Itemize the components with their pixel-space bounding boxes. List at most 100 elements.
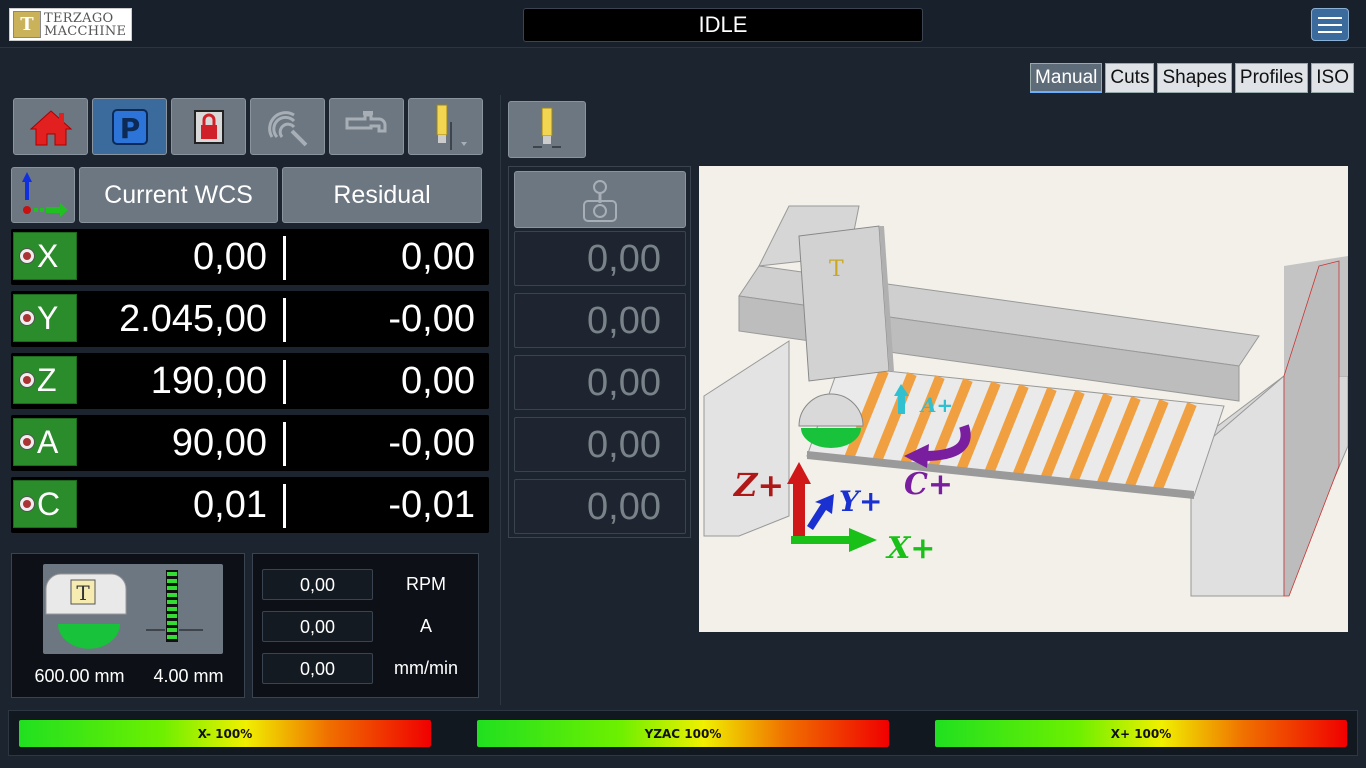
toolbar: P	[13, 98, 483, 155]
axis-y-button[interactable]: Y	[13, 294, 77, 342]
spindle-row-rpm: 0,00 RPM	[262, 569, 472, 600]
axis-z-label: Z	[37, 361, 57, 398]
axis-a-label: A	[37, 423, 59, 460]
tool-info-panel: T 600.00 mm 4.00 mm	[11, 553, 245, 698]
axis-a-residual: -0,00	[388, 422, 475, 464]
jog-value-2: 0,00	[514, 293, 686, 348]
jog-value-5: 0,00	[514, 479, 686, 534]
axes-table-header: Current WCS Residual	[11, 167, 482, 223]
current-wcs-header[interactable]: Current WCS	[79, 167, 278, 223]
divider	[283, 360, 286, 404]
axis-x-wcs: 0,00	[193, 236, 267, 278]
radar-icon	[267, 110, 307, 146]
axis-row-y: Y 2.045,00 -0,00	[11, 291, 489, 347]
z-plus-label: Z+	[732, 466, 784, 504]
menu-line-icon	[1318, 30, 1342, 33]
head-brand-letter: T	[829, 257, 844, 282]
menu-line-icon	[1318, 23, 1342, 26]
logo-text: TERZAGO MACCHINE	[44, 12, 126, 38]
parking-button[interactable]: P	[92, 98, 167, 155]
axis-y-label: Y	[37, 299, 59, 336]
spindle-current-value: 0,00	[262, 611, 373, 642]
lock-button[interactable]	[171, 98, 246, 155]
y-plus-label: Y+	[839, 485, 882, 518]
lock-icon	[193, 109, 224, 144]
axis-c-label: C	[37, 485, 61, 522]
divider	[283, 236, 286, 280]
logo-text-line1: TERZAGO	[44, 10, 114, 26]
axis-row-z: Z 190,00 0,00	[11, 353, 489, 409]
target-icon	[19, 496, 35, 512]
parking-icon: P	[111, 108, 148, 145]
saw-blade-icon: T	[45, 570, 203, 649]
target-icon	[19, 310, 35, 326]
machine-status: IDLE	[523, 8, 923, 42]
tool-select-dropdown[interactable]	[408, 98, 483, 155]
a-plus-label: A+	[919, 393, 953, 417]
radar-button[interactable]	[250, 98, 325, 155]
terzago-logo: T TERZAGO MACCHINE	[9, 8, 132, 41]
tool-image[interactable]: T	[43, 564, 223, 654]
mode-tabs: Manual Cuts Shapes Profiles ISO	[1030, 63, 1354, 93]
axis-z-residual: 0,00	[401, 360, 475, 402]
tab-shapes[interactable]: Shapes	[1157, 63, 1232, 93]
tab-cuts[interactable]: Cuts	[1105, 63, 1155, 93]
spindle-rpm-unit: RPM	[406, 574, 446, 594]
load-bar-x-minus: X- 100%	[19, 720, 431, 747]
jog-column: 0,00 0,00 0,00 0,00 0,00	[508, 166, 691, 538]
jog-value-3: 0,00	[514, 355, 686, 410]
c-plus-label: C+	[904, 467, 953, 502]
spindle-panel: 0,00 RPM 0,00 A 0,00 mm/min	[252, 553, 479, 698]
svg-text:T: T	[76, 581, 90, 605]
axis-mode-button[interactable]	[11, 167, 75, 223]
tool-thickness: 4.00 mm	[153, 666, 224, 686]
spindle-feed-value: 0,00	[262, 653, 373, 684]
axis-row-c: C 0,01 -0,01	[11, 477, 489, 533]
axis-z-wcs: 190,00	[150, 360, 267, 402]
machine-3d-illustration: T A+ C+ Z+ Y+ X+	[703, 205, 1348, 597]
header-bar: T TERZAGO MACCHINE IDLE	[0, 0, 1366, 48]
svg-text:P: P	[119, 112, 140, 145]
axis-c-button[interactable]: C	[13, 480, 77, 528]
tab-iso[interactable]: ISO	[1311, 63, 1354, 93]
target-icon	[19, 372, 35, 388]
axis-a-wcs: 90,00	[171, 422, 267, 464]
divider	[283, 484, 286, 528]
axis-move-icon	[22, 172, 68, 217]
home-button[interactable]	[13, 98, 88, 155]
spindle-row-current: 0,00 A	[262, 611, 472, 642]
menu-line-icon	[1318, 16, 1342, 19]
axes-rows: X 0,00 0,00 Y 2.045,00 -0,00 Z 190,00 0,…	[11, 229, 489, 539]
tab-profiles[interactable]: Profiles	[1234, 63, 1309, 93]
tool-diameter: 600.00 mm	[34, 666, 125, 686]
tool-button[interactable]	[508, 101, 586, 158]
tool-icon	[533, 107, 561, 147]
axis-a-button[interactable]: A	[13, 418, 77, 466]
spindle-rpm-value: 0,00	[262, 569, 373, 600]
spindle-current-unit: A	[419, 616, 432, 636]
axis-row-a: A 90,00 -0,00	[11, 415, 489, 471]
spindle-feed-unit: mm/min	[394, 658, 458, 678]
joystick-icon	[583, 179, 617, 222]
target-icon	[19, 248, 35, 264]
axis-z-button[interactable]: Z	[13, 356, 77, 404]
load-bars-footer: X- 100% YZAC 100% X+ 100%	[8, 710, 1358, 756]
joystick-button[interactable]	[514, 171, 686, 228]
residual-header[interactable]: Residual	[282, 167, 482, 223]
spindle-row-feed: 0,00 mm/min	[262, 653, 472, 684]
logo-text-line2: MACCHINE	[44, 23, 127, 39]
axis-y-residual: -0,00	[388, 298, 475, 340]
hamburger-menu-button[interactable]	[1311, 8, 1349, 41]
axis-row-x: X 0,00 0,00	[11, 229, 489, 285]
axis-x-residual: 0,00	[401, 236, 475, 278]
logo-mark: T	[13, 11, 41, 38]
machine-3d-view[interactable]: T A+ C+ Z+ Y+ X+	[699, 166, 1348, 632]
target-icon	[19, 434, 35, 450]
load-bar-x-plus: X+ 100%	[935, 720, 1347, 747]
axis-x-button[interactable]: X	[13, 232, 77, 280]
jog-value-4: 0,00	[514, 417, 686, 472]
tool-dimensions: 600.00 mm 4.00 mm	[12, 666, 246, 687]
tab-manual[interactable]: Manual	[1030, 63, 1103, 93]
axis-c-residual: -0,01	[388, 484, 475, 526]
water-tap-button[interactable]	[329, 98, 404, 155]
